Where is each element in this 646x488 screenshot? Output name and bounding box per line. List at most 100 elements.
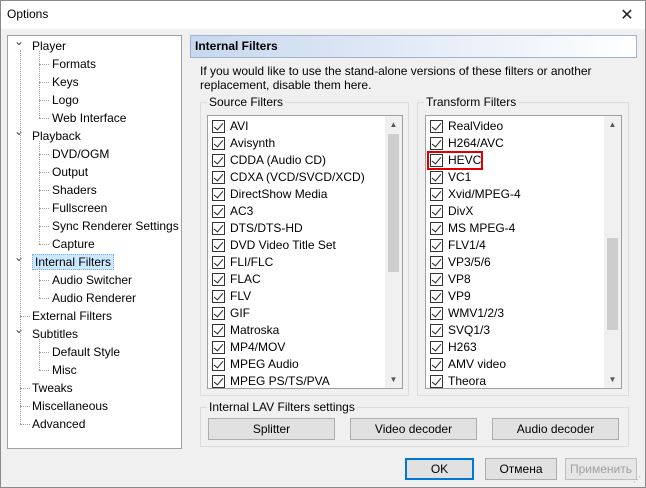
checkbox[interactable] bbox=[212, 205, 225, 218]
tree-item-fullscreen[interactable]: Fullscreen bbox=[52, 199, 107, 217]
tree-item-formats[interactable]: Formats bbox=[52, 55, 96, 73]
chevron-down-icon[interactable]: ⌄ bbox=[14, 250, 24, 268]
checkbox[interactable] bbox=[430, 171, 443, 184]
checkbox[interactable] bbox=[430, 205, 443, 218]
checkbox[interactable] bbox=[212, 341, 225, 354]
checkbox[interactable] bbox=[430, 222, 443, 235]
tree-item-misc[interactable]: Misc bbox=[52, 361, 77, 379]
tree-item-web-interface[interactable]: Web Interface bbox=[52, 109, 126, 127]
arrow-down-icon[interactable]: ▼ bbox=[385, 371, 402, 388]
checkbox[interactable] bbox=[212, 188, 225, 201]
transform-filters-title: Transform Filters bbox=[424, 95, 519, 109]
checkbox[interactable] bbox=[212, 358, 225, 371]
cancel-button[interactable]: Отмена bbox=[485, 458, 557, 480]
tree-connector bbox=[39, 280, 49, 281]
tree-item-capture[interactable]: Capture bbox=[52, 235, 95, 253]
tree-item-tweaks[interactable]: Tweaks bbox=[32, 379, 73, 397]
tree-item-player[interactable]: Player bbox=[32, 37, 66, 55]
filter-label: Avisynth bbox=[230, 136, 276, 150]
checkbox[interactable] bbox=[212, 137, 225, 150]
transform-filters-list[interactable]: RealVideo H264/AVC HEVC VC1 Xvid/MPEG-4 DivX M… bbox=[425, 115, 622, 389]
page-title: Internal Filters bbox=[195, 39, 278, 53]
tree-item-label: DVD/OGM bbox=[52, 147, 110, 161]
checkbox[interactable] bbox=[430, 341, 443, 354]
tree-item-label: Default Style bbox=[52, 345, 121, 359]
splitter-button[interactable]: Splitter bbox=[208, 418, 335, 440]
checkbox[interactable] bbox=[430, 324, 443, 337]
checkbox[interactable] bbox=[212, 290, 225, 303]
tree-item-audio-renderer[interactable]: Audio Renderer bbox=[52, 289, 136, 307]
vertical-scrollbar[interactable]: ▲ ▼ bbox=[385, 116, 402, 388]
checkbox[interactable] bbox=[212, 154, 225, 167]
arrow-up-icon[interactable]: ▲ bbox=[385, 116, 402, 133]
checkbox[interactable] bbox=[212, 171, 225, 184]
ok-button[interactable]: OK bbox=[405, 458, 474, 480]
tree-item-dvd-ogm[interactable]: DVD/OGM bbox=[52, 145, 109, 163]
filter-label: MPEG PS/TS/PVA bbox=[230, 374, 330, 388]
checkbox[interactable] bbox=[212, 273, 225, 286]
lav-settings-title: Internal LAV Filters settings bbox=[207, 400, 357, 414]
tree-item-audio-switcher[interactable]: Audio Switcher bbox=[52, 271, 132, 289]
tree-connector bbox=[39, 118, 49, 119]
tree-connector bbox=[20, 388, 30, 389]
chevron-down-icon[interactable]: ⌄ bbox=[14, 36, 24, 52]
tree-item-label: Player bbox=[32, 39, 67, 53]
checkbox[interactable] bbox=[430, 273, 443, 286]
page-header: Internal Filters bbox=[190, 35, 637, 58]
audio-decoder-button[interactable]: Audio decoder bbox=[492, 418, 619, 440]
checkbox[interactable] bbox=[212, 307, 225, 320]
tree-item-keys[interactable]: Keys bbox=[52, 73, 79, 91]
chevron-down-icon[interactable]: ⌄ bbox=[14, 124, 24, 142]
tree-item-label: Shaders bbox=[52, 183, 97, 197]
filter-label: CDDA (Audio CD) bbox=[230, 153, 327, 167]
tree-item-miscellaneous[interactable]: Miscellaneous bbox=[32, 397, 108, 415]
tree-item-label: Fullscreen bbox=[52, 201, 108, 215]
tree-item-default-style[interactable]: Default Style bbox=[52, 343, 120, 361]
tree-item-external-filters[interactable]: External Filters bbox=[32, 307, 112, 325]
arrow-down-icon[interactable]: ▼ bbox=[604, 371, 621, 388]
tree-item-shaders[interactable]: Shaders bbox=[52, 181, 97, 199]
checkbox[interactable] bbox=[430, 120, 443, 133]
source-filters-list[interactable]: AVI Avisynth CDDA (Audio CD) CDXA (VCD/SVCD… bbox=[207, 115, 403, 389]
checkbox[interactable] bbox=[212, 375, 225, 388]
filter-label: FLAC bbox=[230, 272, 261, 286]
scrollbar-thumb[interactable] bbox=[388, 134, 399, 272]
checkbox[interactable] bbox=[430, 358, 443, 371]
options-tree[interactable]: Player ⌄ Formats Keys Logo Web Interface Playb… bbox=[7, 35, 182, 449]
tree-item-advanced[interactable]: Advanced bbox=[32, 415, 85, 433]
resize-grip-icon[interactable]: ⋰ bbox=[633, 475, 643, 485]
window-title: Options bbox=[7, 7, 49, 21]
tree-connector bbox=[39, 352, 49, 353]
vertical-scrollbar[interactable]: ▲ ▼ bbox=[604, 116, 621, 388]
checkbox[interactable] bbox=[430, 137, 443, 150]
tree-item-output[interactable]: Output bbox=[52, 163, 88, 181]
tree-item-sync-renderer-settings[interactable]: Sync Renderer Settings bbox=[52, 217, 179, 235]
tree-connector bbox=[39, 64, 49, 65]
filter-label: DTS/DTS-HD bbox=[230, 221, 303, 235]
arrow-up-icon[interactable]: ▲ bbox=[604, 116, 621, 133]
checkbox[interactable] bbox=[430, 375, 443, 388]
close-icon[interactable]: ✕ bbox=[617, 5, 637, 25]
checkbox[interactable] bbox=[212, 120, 225, 133]
tree-item-internal-filters[interactable]: Internal Filters bbox=[32, 253, 115, 271]
checkbox[interactable] bbox=[212, 222, 225, 235]
scrollbar-thumb[interactable] bbox=[607, 238, 618, 330]
checkbox[interactable] bbox=[430, 307, 443, 320]
apply-button[interactable]: Применить bbox=[565, 458, 637, 480]
checkbox[interactable] bbox=[430, 188, 443, 201]
filter-label: H264/AVC bbox=[448, 136, 504, 150]
video-decoder-button[interactable]: Video decoder bbox=[350, 418, 477, 440]
title-bar: Options ✕ bbox=[1, 1, 645, 29]
options-window: Options ✕ Player ⌄ Formats Keys Logo Web Inte… bbox=[0, 0, 646, 488]
checkbox[interactable] bbox=[430, 290, 443, 303]
checkbox[interactable] bbox=[430, 256, 443, 269]
tree-connector bbox=[39, 339, 40, 370]
tree-connector bbox=[39, 190, 49, 191]
checkbox[interactable] bbox=[212, 324, 225, 337]
filter-label: VP3/5/6 bbox=[448, 255, 491, 269]
tree-item-logo[interactable]: Logo bbox=[52, 91, 79, 109]
chevron-down-icon[interactable]: ⌄ bbox=[14, 322, 24, 340]
checkbox[interactable] bbox=[212, 239, 225, 252]
checkbox[interactable] bbox=[212, 256, 225, 269]
checkbox[interactable] bbox=[430, 239, 443, 252]
